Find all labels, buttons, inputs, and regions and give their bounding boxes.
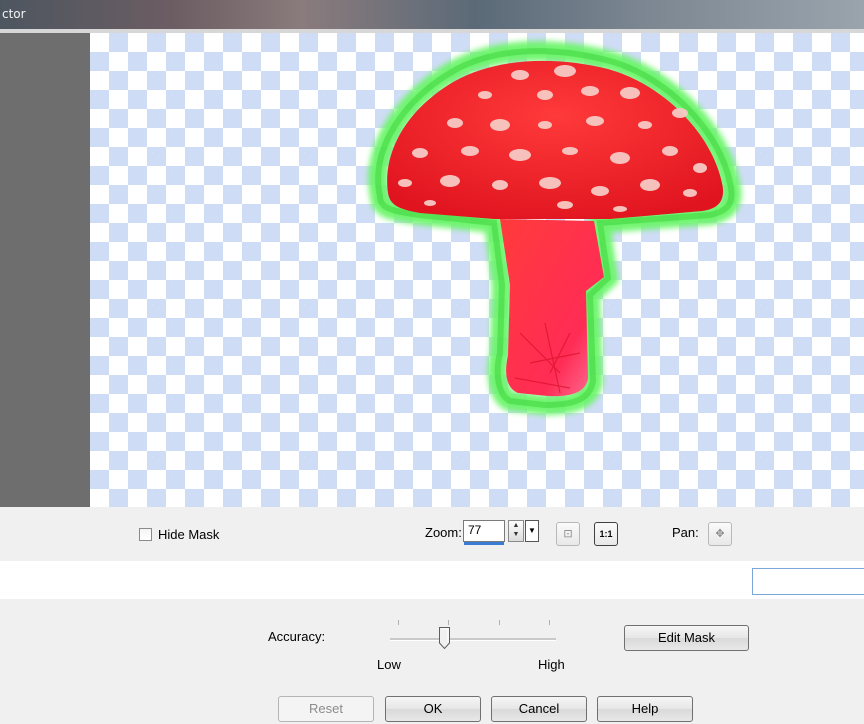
fit-window-button[interactable]: ⊡ [556,522,580,546]
status-band [0,561,864,599]
ok-button[interactable]: OK [385,696,481,722]
move-icon: ✥ [715,528,725,540]
preview-canvas[interactable] [90,33,864,507]
actual-size-button[interactable]: 1:1 [594,522,618,546]
zoom-spinner[interactable]: ▲ ▼ [508,520,524,542]
hide-mask-label: Hide Mask [158,527,220,542]
accuracy-high-label: High [538,657,565,672]
help-button[interactable]: Help [597,696,693,722]
window-title: ctor [2,7,26,21]
zoom-label: Zoom: [425,525,462,540]
slider-tick [549,620,550,625]
accuracy-label: Accuracy: [268,629,326,644]
zoom-focus-indicator [464,542,504,545]
title-bar: ctor [0,0,864,33]
edit-mask-button[interactable]: Edit Mask [624,625,749,651]
zoom-dropdown[interactable]: ▼ [525,520,539,542]
pan-label: Pan: [672,525,699,540]
reset-button[interactable]: Reset [278,696,374,722]
slider-tick [398,620,399,625]
zoom-input[interactable]: 77 [463,520,505,542]
actual-size-icon: 1:1 [599,529,613,539]
status-field[interactable] [752,568,864,595]
accuracy-slider-thumb[interactable] [439,627,451,649]
hide-mask-checkbox[interactable] [139,528,152,541]
masked-subject-preview [368,41,742,416]
spin-up-icon[interactable]: ▲ [509,521,523,530]
slider-tick [499,620,500,625]
fit-window-icon: ⊡ [563,528,573,540]
cancel-button[interactable]: Cancel [491,696,587,722]
dropdown-arrow-icon: ▼ [528,526,536,535]
slider-tick [448,620,449,625]
accuracy-slider-track[interactable] [390,638,556,641]
pan-button[interactable]: ✥ [708,522,732,546]
accuracy-low-label: Low [377,657,401,672]
spin-down-icon[interactable]: ▼ [509,530,523,539]
canvas-gutter [0,33,91,507]
